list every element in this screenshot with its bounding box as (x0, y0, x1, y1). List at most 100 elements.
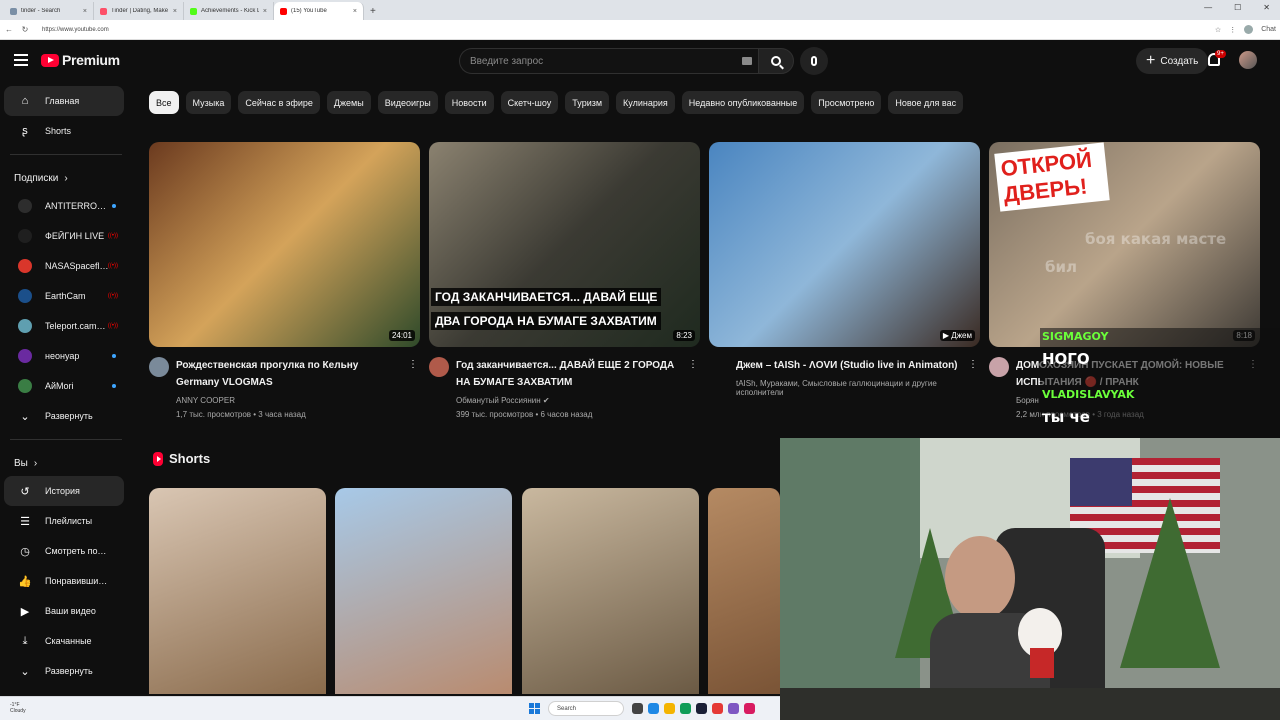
sidebar-item-chevron-down[interactable]: ⌄ Развернуть (4, 656, 124, 686)
filter-chip[interactable]: Сейчас в эфире (238, 91, 320, 114)
browser-tab[interactable]: tinder - Search × (4, 2, 94, 20)
subscription-item[interactable]: ФЕЙГИН LIVE ((•)) (4, 221, 124, 251)
more-options-icon[interactable]: ⋮ (688, 359, 698, 370)
filter-chip[interactable]: Туризм (565, 91, 610, 114)
channel-avatar[interactable] (429, 357, 449, 377)
extensions-icon[interactable]: ⋮ (1229, 26, 1236, 34)
sidebar-item-watch-later[interactable]: ◷ Смотреть позже (4, 536, 124, 566)
chevron-right-icon: › (64, 172, 68, 184)
tab-title: (15) YouTube (291, 8, 327, 14)
subscription-item[interactable]: неонуар (4, 341, 124, 371)
tab-close-icon[interactable]: × (353, 8, 357, 15)
video-card[interactable]: ▶ Джем Джем – tAISh - ΛOVИ (Studio live i… (709, 142, 980, 402)
video-card[interactable]: 24:01 Рождественская прогулка по Кельну G… (149, 142, 420, 419)
you-heading[interactable]: Вы › (0, 450, 132, 476)
app-icon[interactable] (728, 703, 739, 714)
subscription-item[interactable]: АйМori (4, 371, 124, 401)
video-thumbnail[interactable]: ▶ Джем (709, 142, 980, 347)
subscription-item[interactable]: ANTITERROR Ch... (4, 191, 124, 221)
filter-chip[interactable]: Недавно опубликованные (681, 91, 805, 114)
video-thumbnail[interactable]: ГОД ЗАКАНЧИВАЕТСЯ... ДАВАЙ ЕЩЕ ДВА ГОРОДА… (429, 142, 700, 347)
sidebar-item-shorts[interactable]: ʂ Shorts (4, 116, 124, 146)
more-options-icon[interactable]: ⋮ (408, 359, 418, 370)
filter-chip[interactable]: Просмотрено (811, 91, 882, 114)
app-icon[interactable] (744, 703, 755, 714)
sidebar-item-history[interactable]: ↺ История (4, 476, 124, 506)
browser-icon[interactable] (712, 703, 723, 714)
app-icon[interactable] (680, 703, 691, 714)
sidebar-item-downloads[interactable]: ⤓ Скачанные (4, 626, 124, 656)
search-button[interactable] (758, 48, 794, 74)
menu-icon[interactable] (14, 54, 28, 66)
sidebar-item-label: Смотреть позже (45, 546, 109, 556)
video-title[interactable]: Джем – tAISh - ΛOVИ (Studio live in Anim… (736, 357, 962, 374)
video-title[interactable]: Год заканчивается... ДАВАЙ ЕЩЕ 2 ГОРОДА … (456, 357, 682, 391)
video-thumbnail[interactable]: 24:01 (149, 142, 420, 347)
sidebar-item-your-videos[interactable]: ▶ Ваши видео (4, 596, 124, 626)
video-title[interactable]: Рождественская прогулка по Кельну German… (176, 357, 402, 391)
minimize-icon[interactable]: — (1204, 3, 1212, 12)
short-thumbnail[interactable] (335, 488, 512, 694)
task-view-icon[interactable] (632, 703, 643, 714)
browser-profile-avatar[interactable] (1244, 25, 1254, 34)
youtube-logo[interactable]: Premium (41, 52, 120, 68)
reload-icon[interactable]: ↻ (20, 25, 30, 34)
star-icon[interactable]: ☆ (1215, 26, 1221, 34)
short-thumbnail[interactable] (149, 488, 326, 694)
short-thumbnail[interactable] (708, 488, 780, 694)
file-explorer-icon[interactable] (664, 703, 675, 714)
account-avatar[interactable] (1239, 51, 1257, 69)
search-input[interactable]: Введите запрос (459, 48, 758, 74)
voice-search-button[interactable] (800, 47, 828, 75)
weather-widget[interactable]: -1°F Cloudy (10, 702, 26, 714)
video-channel[interactable]: tAISh, Мураками, Смысловые галлюцинации … (736, 379, 962, 397)
filter-chip[interactable]: Кулинария (616, 91, 675, 114)
tab-list: tinder - Search×Tinder | Dating, Make Fr… (4, 2, 364, 20)
keyboard-icon[interactable] (742, 57, 752, 65)
close-icon[interactable]: ✕ (1263, 3, 1270, 12)
subscription-item[interactable]: NASASpaceflight ((•)) (4, 251, 124, 281)
subscriptions-list: ANTITERROR Ch...ФЕЙГИН LIVE((•))NASASpac… (0, 191, 132, 401)
filter-chip[interactable]: Джемы (326, 91, 371, 114)
back-icon[interactable]: ← (4, 25, 14, 34)
chat-button[interactable]: Chat (1261, 26, 1276, 33)
video-duration: 24:01 (388, 330, 415, 341)
filter-chip[interactable]: Все (149, 91, 179, 114)
browser-tab[interactable]: Tinder | Dating, Make Friends & M × (94, 2, 184, 20)
subscription-item[interactable]: Teleport.camera ((•)) (4, 311, 124, 341)
tab-close-icon[interactable]: × (173, 8, 177, 15)
browser-tab[interactable]: (15) YouTube × (274, 2, 364, 20)
sidebar-item-playlists[interactable]: ☰ Плейлисты (4, 506, 124, 536)
browser-tab[interactable]: Achievements - Kick Dashboard × (184, 2, 274, 20)
sidebar-item-home[interactable]: ⌂ Главная (4, 86, 124, 116)
steam-icon[interactable] (696, 703, 707, 714)
chat-background-text: бил (1045, 258, 1077, 276)
new-tab-button[interactable]: + (364, 2, 382, 20)
tab-close-icon[interactable]: × (83, 8, 87, 15)
maximize-icon[interactable]: ☐ (1234, 3, 1241, 12)
filter-chip[interactable]: Скетч-шоу (500, 91, 559, 114)
subscription-item[interactable]: EarthCam ((•)) (4, 281, 124, 311)
url-field[interactable]: https://www.youtube.com (42, 27, 1209, 33)
video-channel[interactable]: Обманутый Россиянин ✔ (456, 396, 682, 405)
taskbar-search[interactable]: Search (548, 701, 624, 716)
filter-chip[interactable]: Новости (444, 91, 494, 114)
video-card[interactable]: ГОД ЗАКАНЧИВАЕТСЯ... ДАВАЙ ЕЩЕ ДВА ГОРОДА… (429, 142, 700, 419)
tab-close-icon[interactable]: × (263, 8, 267, 15)
more-options-icon[interactable]: ⋮ (968, 359, 978, 370)
filter-chip[interactable]: Видеоигры (377, 91, 438, 114)
filter-chip[interactable]: Новое для вас (888, 91, 964, 114)
video-channel[interactable]: ANNY COOPER (176, 396, 402, 405)
windows-start-icon[interactable] (529, 703, 540, 714)
sidebar-item-label: Главная (45, 96, 80, 106)
create-button[interactable]: + Создать (1136, 48, 1209, 74)
sidebar-item-liked[interactable]: 👍 Понравившиеся (4, 566, 124, 596)
subscriptions-heading[interactable]: Подписки › (0, 165, 132, 191)
app-icon[interactable] (648, 703, 659, 714)
filter-chip[interactable]: Музыка (185, 91, 232, 114)
channel-avatar[interactable] (989, 357, 1009, 377)
new-content-dot (112, 384, 116, 388)
sidebar-expand-subscriptions[interactable]: ⌄ Развернуть (4, 401, 124, 431)
channel-avatar[interactable] (149, 357, 169, 377)
short-thumbnail[interactable] (522, 488, 699, 694)
